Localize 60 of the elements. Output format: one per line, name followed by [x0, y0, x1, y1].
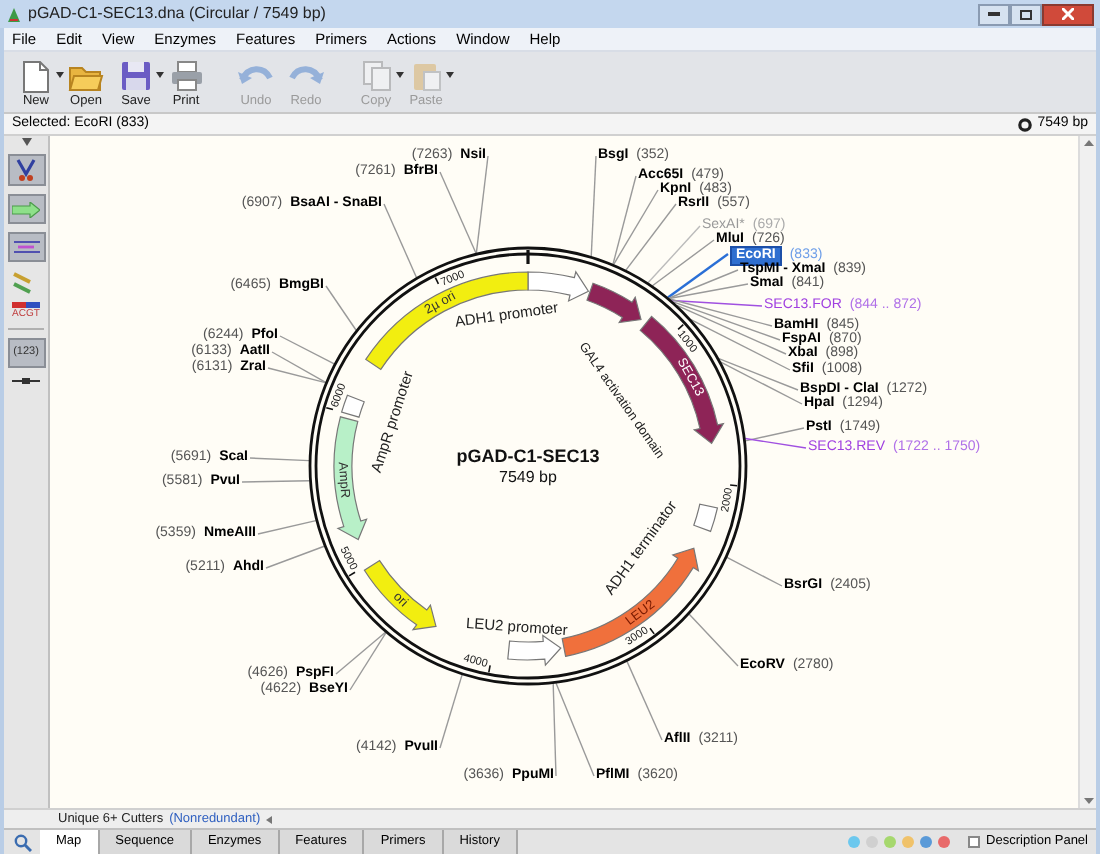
- dropdown-caret-icon: [446, 72, 454, 78]
- leader-line: [257, 519, 317, 535]
- redo-arrow-icon: [288, 64, 324, 88]
- tick-mark: [488, 664, 491, 674]
- dropdown-caret-icon: [56, 72, 64, 78]
- maximize-button[interactable]: [1010, 3, 1042, 25]
- window-title: pGAD-C1-SEC13.dna (Circular / 7549 bp): [28, 2, 326, 26]
- tick-mark: [325, 406, 334, 411]
- leader-line: [335, 631, 387, 675]
- scroll-down-icon: [1083, 798, 1093, 804]
- search-icon[interactable]: [13, 833, 31, 851]
- new-document-icon: [22, 59, 50, 93]
- leader-line: [590, 155, 597, 258]
- tick-mark: [677, 323, 685, 331]
- leader-line: [439, 674, 463, 749]
- plasmid-name: pGAD-C1-SEC13: [456, 446, 600, 466]
- primer-tool-button[interactable]: [7, 232, 45, 262]
- leader-line: [241, 480, 311, 483]
- caret-icon: [266, 815, 273, 823]
- feature-arrow[interactable]: [363, 560, 437, 631]
- leader-line: [726, 556, 783, 587]
- close-button[interactable]: [1042, 3, 1094, 25]
- primer-line: [744, 437, 807, 449]
- tick-mark: [729, 484, 738, 487]
- copy-icon: [361, 60, 391, 92]
- minimize-button[interactable]: [978, 3, 1010, 25]
- ruler-icon: [12, 376, 40, 386]
- feature-arrow[interactable]: [586, 282, 642, 324]
- dropdown-caret-icon: [396, 72, 404, 78]
- leader-line: [744, 427, 805, 442]
- leader-line: [383, 203, 418, 279]
- leader-line: [249, 457, 310, 462]
- leader-line: [349, 632, 387, 691]
- enzyme-tool-button[interactable]: [7, 154, 45, 186]
- leader-line: [688, 613, 739, 667]
- minimize-icon: [988, 12, 1000, 16]
- folder-icon: [68, 61, 104, 91]
- leader-line: [325, 285, 357, 331]
- origin-tick: [526, 250, 530, 264]
- printer-icon: [169, 60, 203, 92]
- primer-line: [670, 299, 763, 307]
- scroll-up-icon: [1083, 140, 1093, 146]
- close-icon: [1062, 8, 1074, 20]
- maximize-icon: [1020, 9, 1032, 19]
- primer-lines-icon: [13, 238, 39, 256]
- circular-icon: [1017, 117, 1032, 131]
- tick-mark: [649, 627, 655, 635]
- plasmid-length: 7549 bp: [499, 468, 557, 486]
- undo-arrow-icon: [238, 64, 274, 88]
- leader-line: [626, 660, 663, 741]
- description-checkbox[interactable]: [968, 836, 981, 848]
- leader-line: [265, 545, 325, 569]
- dropdown-caret-icon: [156, 72, 164, 78]
- arrow-icon: [12, 201, 40, 217]
- app-icon: [6, 5, 22, 23]
- clipboard-icon: [411, 60, 441, 92]
- scissors-icon: [16, 158, 36, 182]
- sequence-bar-icon: [12, 302, 40, 308]
- tick-mark: [434, 276, 440, 285]
- tick-mark: [348, 571, 356, 577]
